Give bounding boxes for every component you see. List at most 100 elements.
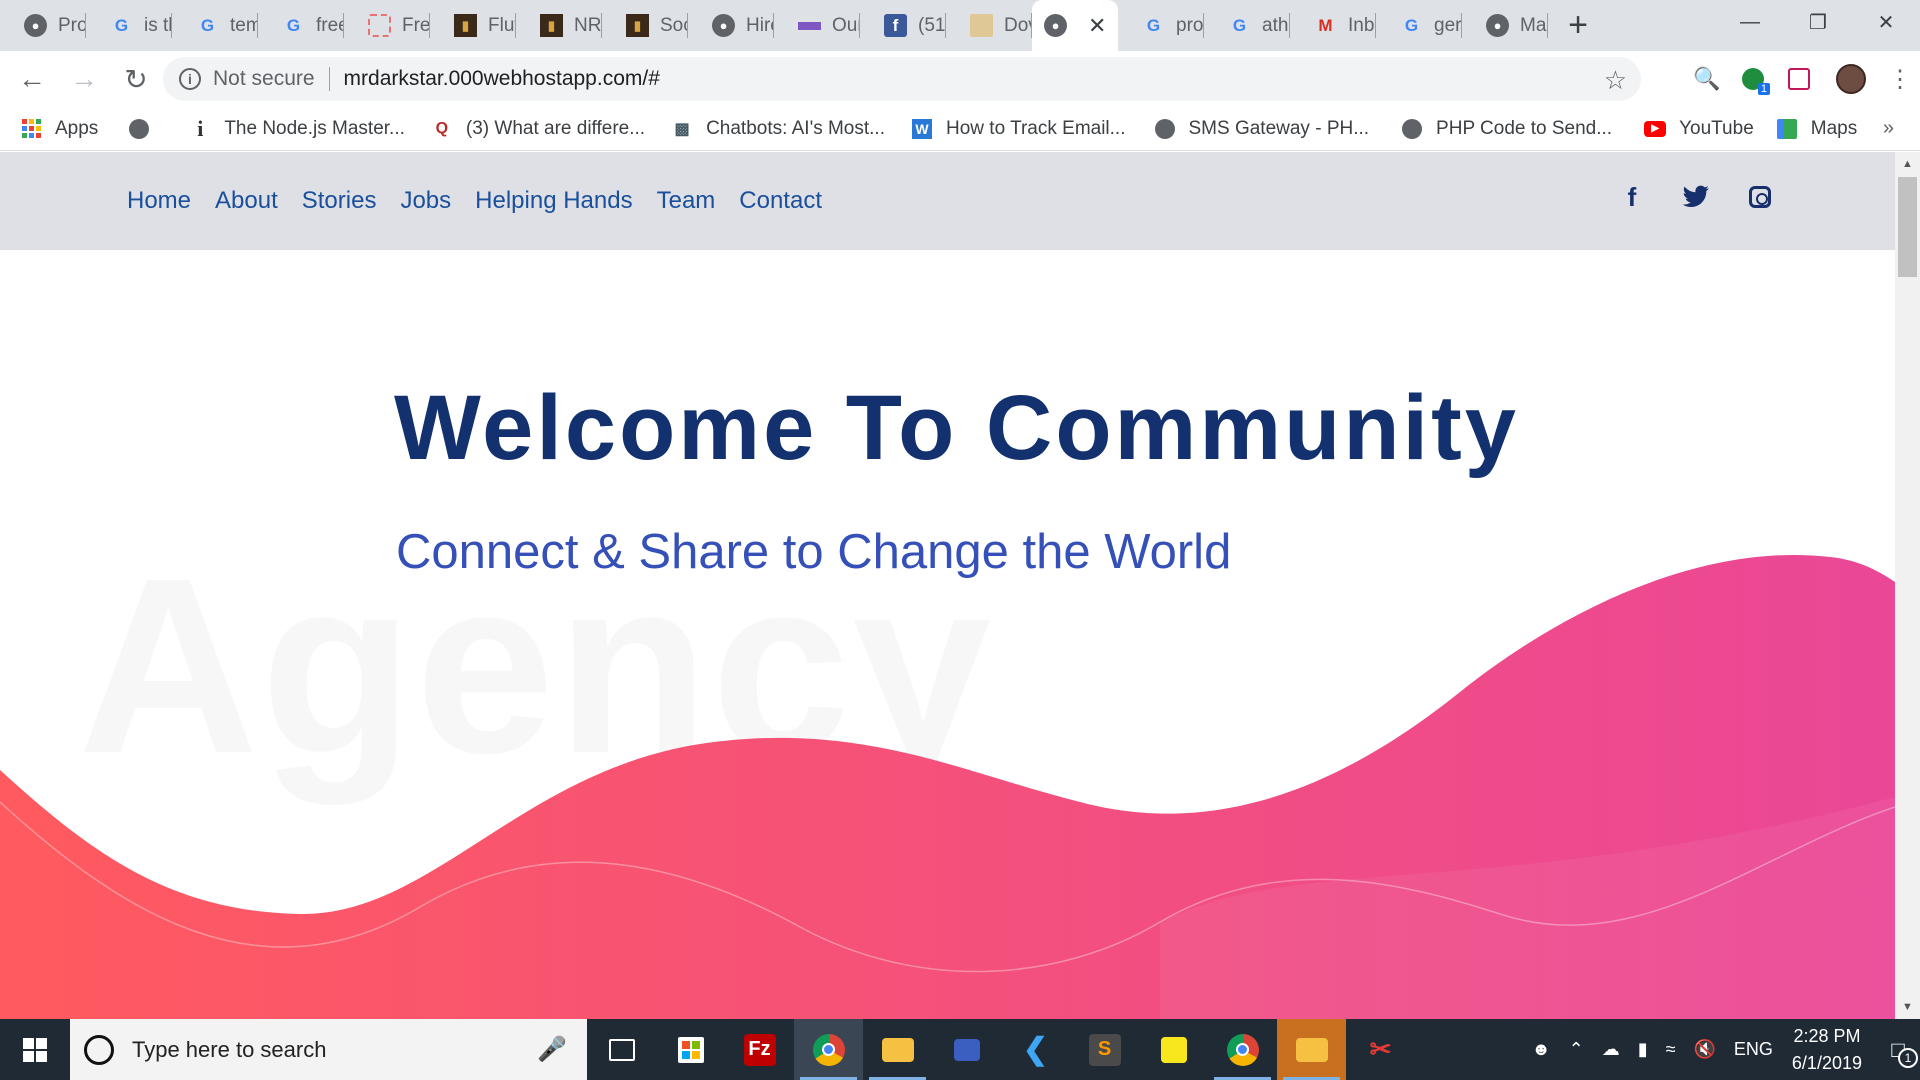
info-icon[interactable]: i <box>179 68 201 90</box>
google-icon: G <box>200 15 215 35</box>
bookmark-item[interactable]: SMS Gateway - PH... <box>1154 118 1369 140</box>
nav-link-home[interactable]: Home <box>127 187 191 215</box>
extension-search-icon[interactable]: 🔍 <box>1684 51 1730 107</box>
bookmark-star-icon[interactable]: ☆ <box>1604 65 1627 96</box>
nav-link-about[interactable]: About <box>215 187 278 215</box>
hero-title: Welcome To Community <box>394 377 1519 479</box>
bookmarks-overflow-button[interactable]: » <box>1883 117 1894 140</box>
google-icon: G <box>1404 15 1419 35</box>
document-icon <box>970 14 993 37</box>
snipping-tool-icon[interactable]: ✂ <box>1346 1019 1415 1080</box>
book-icon: ▮ <box>626 14 649 37</box>
tab[interactable]: Our <box>774 0 860 51</box>
tab[interactable]: ● Hire <box>688 0 774 51</box>
onedrive-folder-icon[interactable] <box>1277 1019 1346 1080</box>
new-tab-button[interactable]: + <box>1548 0 1608 51</box>
forward-button[interactable]: → <box>64 59 104 99</box>
minimize-button[interactable]: — <box>1716 0 1784 44</box>
tab[interactable]: Dov <box>946 0 1032 51</box>
people-icon[interactable]: ☻ <box>1532 1039 1551 1060</box>
bookmark-item[interactable]: Q (3) What are differe... <box>431 118 645 140</box>
vscode-icon[interactable]: ❮ <box>1001 1019 1070 1080</box>
tab-label: Fluf <box>488 14 516 36</box>
nav-link-helping-hands[interactable]: Helping Hands <box>475 187 632 215</box>
nav-link-team[interactable]: Team <box>657 187 716 215</box>
tab[interactable]: Fre <box>344 0 430 51</box>
extension-badge: 1 <box>1757 83 1770 95</box>
windows-taskbar: Type here to search 🎤 Fz ❮ S ✂ ☻ ⌃ ☁ ▮ ≈… <box>0 1019 1920 1080</box>
filezilla-icon[interactable]: Fz <box>725 1019 794 1080</box>
network-app-icon[interactable] <box>932 1019 1001 1080</box>
restore-button[interactable]: ❐ <box>1784 0 1852 44</box>
tab[interactable]: ● Ma <box>1462 0 1548 51</box>
bookmark-item[interactable]: ▶ YouTube <box>1644 118 1754 140</box>
start-button[interactable] <box>0 1019 70 1080</box>
wifi-icon[interactable]: ≈ <box>1666 1039 1676 1060</box>
window-controls: — ❐ ✕ <box>1716 0 1920 44</box>
taskbar-search-box[interactable]: Type here to search 🎤 <box>70 1019 587 1080</box>
facebook-icon[interactable]: f <box>1617 182 1647 212</box>
sublime-text-icon[interactable]: S <box>1070 1019 1139 1080</box>
chrome-second-icon[interactable] <box>1208 1019 1277 1080</box>
battery-icon[interactable]: ▮ <box>1638 1039 1648 1060</box>
scroll-thumb[interactable] <box>1898 177 1917 277</box>
tab[interactable]: f (51) <box>860 0 946 51</box>
store-icon[interactable] <box>656 1019 725 1080</box>
clock[interactable]: 2:28 PM 6/1/2019 <box>1792 1023 1862 1077</box>
extension-chat-icon[interactable]: 1 <box>1730 51 1776 107</box>
nav-link-jobs[interactable]: Jobs <box>400 187 451 215</box>
action-center-icon[interactable]: □ 1 <box>1876 1030 1920 1070</box>
bookmark-label: Apps <box>55 117 99 139</box>
tab[interactable]: Gger <box>1376 0 1462 51</box>
language-indicator[interactable]: ENG <box>1734 1039 1773 1060</box>
facebook-icon: f <box>884 14 907 37</box>
extension-pocket-icon[interactable] <box>1776 51 1822 107</box>
google-icon: G <box>1146 15 1161 35</box>
bookmark-item[interactable]: i The Node.js Master... <box>189 116 405 141</box>
cortana-icon[interactable] <box>84 1034 114 1065</box>
bookmark-item[interactable]: PHP Code to Send... <box>1401 118 1612 140</box>
scroll-down-icon[interactable]: ▼ <box>1902 1001 1913 1013</box>
bookmark-item[interactable]: ▩ Chatbots: AI's Most... <box>671 118 886 140</box>
twitter-icon[interactable] <box>1681 182 1711 212</box>
file-explorer-icon[interactable] <box>863 1019 932 1080</box>
volume-muted-icon[interactable]: 🔇 <box>1693 1039 1715 1060</box>
onedrive-cloud-icon[interactable]: ☁ <box>1602 1039 1620 1060</box>
bookmark-item[interactable]: Maps <box>1776 118 1857 140</box>
tab[interactable]: M Inb <box>1290 0 1376 51</box>
chrome-taskbar-icon[interactable] <box>794 1019 863 1080</box>
show-hidden-icons-icon[interactable]: ⌃ <box>1569 1039 1584 1060</box>
clock-time: 2:28 PM <box>1793 1025 1861 1046</box>
tab[interactable]: ▮ NR <box>516 0 602 51</box>
tab-active[interactable]: ● ✕ <box>1032 0 1118 51</box>
sticky-notes-icon[interactable] <box>1139 1019 1208 1080</box>
task-view-icon[interactable] <box>587 1019 656 1080</box>
scroll-up-icon[interactable]: ▲ <box>1902 158 1913 170</box>
reload-button[interactable]: ↻ <box>116 59 156 99</box>
close-tab-icon[interactable]: ✕ <box>1088 13 1106 39</box>
back-button[interactable]: ← <box>12 59 52 99</box>
tab[interactable]: Gpro <box>1118 0 1204 51</box>
taskbar-apps: Fz ❮ S ✂ <box>587 1019 1415 1080</box>
address-bar[interactable]: i Not secure mrdarkstar.000webhostapp.co… <box>163 57 1641 101</box>
bookmark-item[interactable]: W How to Track Email... <box>911 118 1126 140</box>
tab[interactable]: Gfree <box>258 0 344 51</box>
profile-avatar[interactable] <box>1822 51 1880 107</box>
microphone-icon[interactable]: 🎤 <box>537 1035 567 1064</box>
tab[interactable]: Gath <box>1204 0 1290 51</box>
tab[interactable]: Gtem <box>172 0 258 51</box>
close-window-button[interactable]: ✕ <box>1852 0 1920 44</box>
bookmark-item[interactable]: Apps <box>20 118 98 140</box>
bookmark-item[interactable] <box>128 118 163 140</box>
chrome-menu-icon[interactable]: ⋮ <box>1880 65 1920 94</box>
nav-link-contact[interactable]: Contact <box>739 187 822 215</box>
url-text[interactable]: mrdarkstar.000webhostapp.com/# <box>344 67 660 91</box>
nav-link-stories[interactable]: Stories <box>302 187 377 215</box>
globe-icon <box>1401 118 1423 140</box>
instagram-icon[interactable] <box>1745 182 1775 212</box>
tab[interactable]: ▮ Soc <box>602 0 688 51</box>
tab[interactable]: ● Pro <box>0 0 86 51</box>
tab[interactable]: ▮ Fluf <box>430 0 516 51</box>
page-scrollbar[interactable]: ▲ ▼ <box>1895 152 1920 1019</box>
tab[interactable]: Gis th <box>86 0 172 51</box>
